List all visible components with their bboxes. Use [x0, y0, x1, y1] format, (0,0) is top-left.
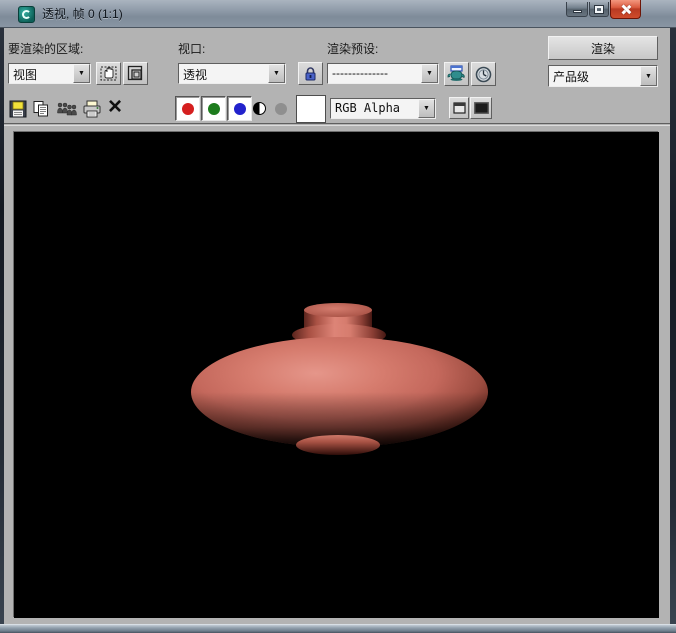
padlock-icon: [303, 66, 318, 82]
background-color-swatch[interactable]: [296, 95, 326, 123]
clone-icon: [56, 100, 77, 118]
toggle-ui-overlays-button[interactable]: [449, 97, 469, 119]
save-icon: [9, 100, 27, 118]
window-border-bottom[interactable]: [0, 624, 676, 633]
minimize-button[interactable]: [566, 2, 588, 17]
window-border-right: [670, 28, 676, 625]
save-image-button[interactable]: [7, 97, 29, 121]
print-icon: [82, 100, 102, 118]
dropdown-arrow-icon[interactable]: ▼: [418, 99, 435, 118]
render-preset-label: 渲染预设:: [327, 40, 378, 57]
channel-display-dropdown[interactable]: RGB Alpha ▼: [330, 98, 436, 119]
schedule-button[interactable]: [471, 62, 496, 86]
rendered-object: [14, 132, 659, 618]
app-logo-icon: [18, 6, 35, 23]
maximize-button[interactable]: [589, 2, 609, 17]
viewport-label: 视口:: [178, 40, 205, 57]
render-viewport[interactable]: [13, 131, 658, 617]
toolbar-separator: [4, 123, 670, 126]
print-image-button[interactable]: [81, 97, 103, 121]
render-button[interactable]: 渲染: [548, 36, 658, 60]
blue-channel-icon: [234, 103, 246, 115]
close-icon: [620, 4, 631, 15]
clone-rendered-frame-button[interactable]: [54, 97, 79, 121]
rendered-frame-window: 透视, 帧 0 (1:1) 要渲染的区域: 视口: 渲染预设: 渲染 视图 ▼ …: [0, 0, 676, 633]
auto-region-icon: [127, 65, 144, 82]
toggle-ui-button[interactable]: [470, 97, 492, 119]
close-button[interactable]: [610, 0, 641, 19]
red-channel-icon: [182, 103, 194, 115]
edit-region-icon: [100, 65, 117, 82]
green-channel-icon: [208, 103, 220, 115]
channel-green-button[interactable]: [201, 96, 226, 121]
copy-icon: [32, 100, 50, 118]
channel-red-button[interactable]: [175, 96, 200, 121]
screen-icon: [474, 102, 489, 114]
viewport-dropdown[interactable]: 透视 ▼: [178, 63, 286, 84]
render-preset-dropdown[interactable]: -------------- ▼: [327, 63, 439, 84]
channel-monochrome-button[interactable]: [248, 96, 270, 121]
titlebar[interactable]: 透视, 帧 0 (1:1): [0, 0, 676, 28]
window-overlay-icon: [453, 102, 466, 114]
minimize-icon: [573, 10, 582, 13]
clear-button[interactable]: ×: [104, 95, 126, 119]
copy-image-button[interactable]: [30, 97, 52, 121]
dropdown-arrow-icon[interactable]: ▼: [640, 66, 657, 86]
dropdown-arrow-icon[interactable]: ▼: [421, 64, 438, 83]
auto-region-button[interactable]: [123, 62, 148, 85]
alpha-channel-icon: [275, 103, 287, 115]
area-to-render-dropdown[interactable]: 视图 ▼: [8, 63, 91, 84]
render-setup-button[interactable]: [444, 62, 469, 86]
maximize-icon: [595, 6, 603, 13]
dropdown-arrow-icon[interactable]: ▼: [73, 64, 90, 83]
monochrome-channel-icon: [253, 102, 266, 115]
viewport-lock-button[interactable]: [298, 62, 323, 85]
clear-x-icon: ×: [108, 93, 122, 121]
clock-icon: [475, 66, 492, 83]
render-setup-teapot-icon: [447, 65, 466, 83]
channel-alpha-button[interactable]: [270, 96, 292, 121]
render-mode-dropdown[interactable]: 产品级 ▼: [548, 65, 658, 87]
window-border-left: [0, 28, 4, 625]
dropdown-arrow-icon[interactable]: ▼: [268, 64, 285, 83]
window-title: 透视, 帧 0 (1:1): [42, 0, 123, 28]
edit-region-button[interactable]: [96, 62, 121, 85]
area-to-render-label: 要渲染的区域:: [8, 40, 83, 57]
